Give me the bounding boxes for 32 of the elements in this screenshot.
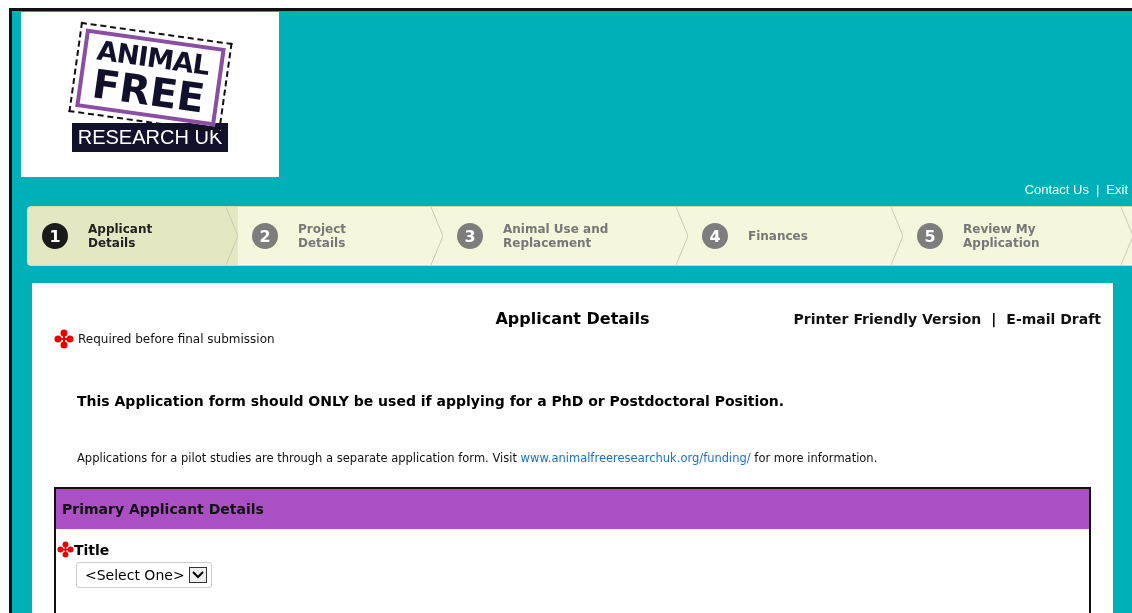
step-number: 2 [252,223,278,249]
step-number: 1 [42,223,68,249]
step-label: Animal Use and Replacement [503,222,610,250]
info-text: Applications for a pilot studies are through a separate application form. Visit www.animalfreeresearchuk.org/funding/ for more information. [77,451,879,465]
required-icon [54,329,74,349]
link-separator: | [991,311,997,327]
page-title: Applicant Details [495,309,650,328]
title-dropdown[interactable]: <Select One> [76,562,212,588]
step-label: Project Details [298,222,348,250]
required-note: Required before final submission [78,332,275,346]
section-header: Primary Applicant Details [56,489,1089,529]
step-tab[interactable]: 1 Applicant Details [28,207,238,265]
step-tab[interactable]: 2 Project Details [238,207,443,265]
step-number: 3 [457,223,483,249]
header-link[interactable]: Exit [1106,182,1128,197]
step-number: 4 [702,223,728,249]
caret-icon [188,567,207,583]
funding-link[interactable]: www.animalfreeresearchuk.org/funding/ [520,451,751,465]
step-tab[interactable]: 3 Animal Use and Replacement [443,207,688,265]
header-link[interactable]: Contact Us [1024,182,1089,197]
step-label: Finances [748,229,808,243]
step-tab[interactable]: 4 Finances [688,207,903,265]
step-label: Review My Application [963,222,1041,250]
link-separator: | [1095,182,1100,197]
field-label: Title [74,541,110,558]
page-link[interactable]: Printer Friendly Version [793,311,982,327]
page-link[interactable]: E-mail Draft [1006,311,1101,327]
notice-text: This Application form should ONLY be used if applying for a PhD or Postdoctoral Position. [77,393,786,409]
step-label: Applicant Details [88,222,154,250]
step-tab[interactable]: 5 Review My Application [903,207,1132,265]
step-number: 5 [917,223,943,249]
logo-text: RESEARCH UK [71,122,229,152]
